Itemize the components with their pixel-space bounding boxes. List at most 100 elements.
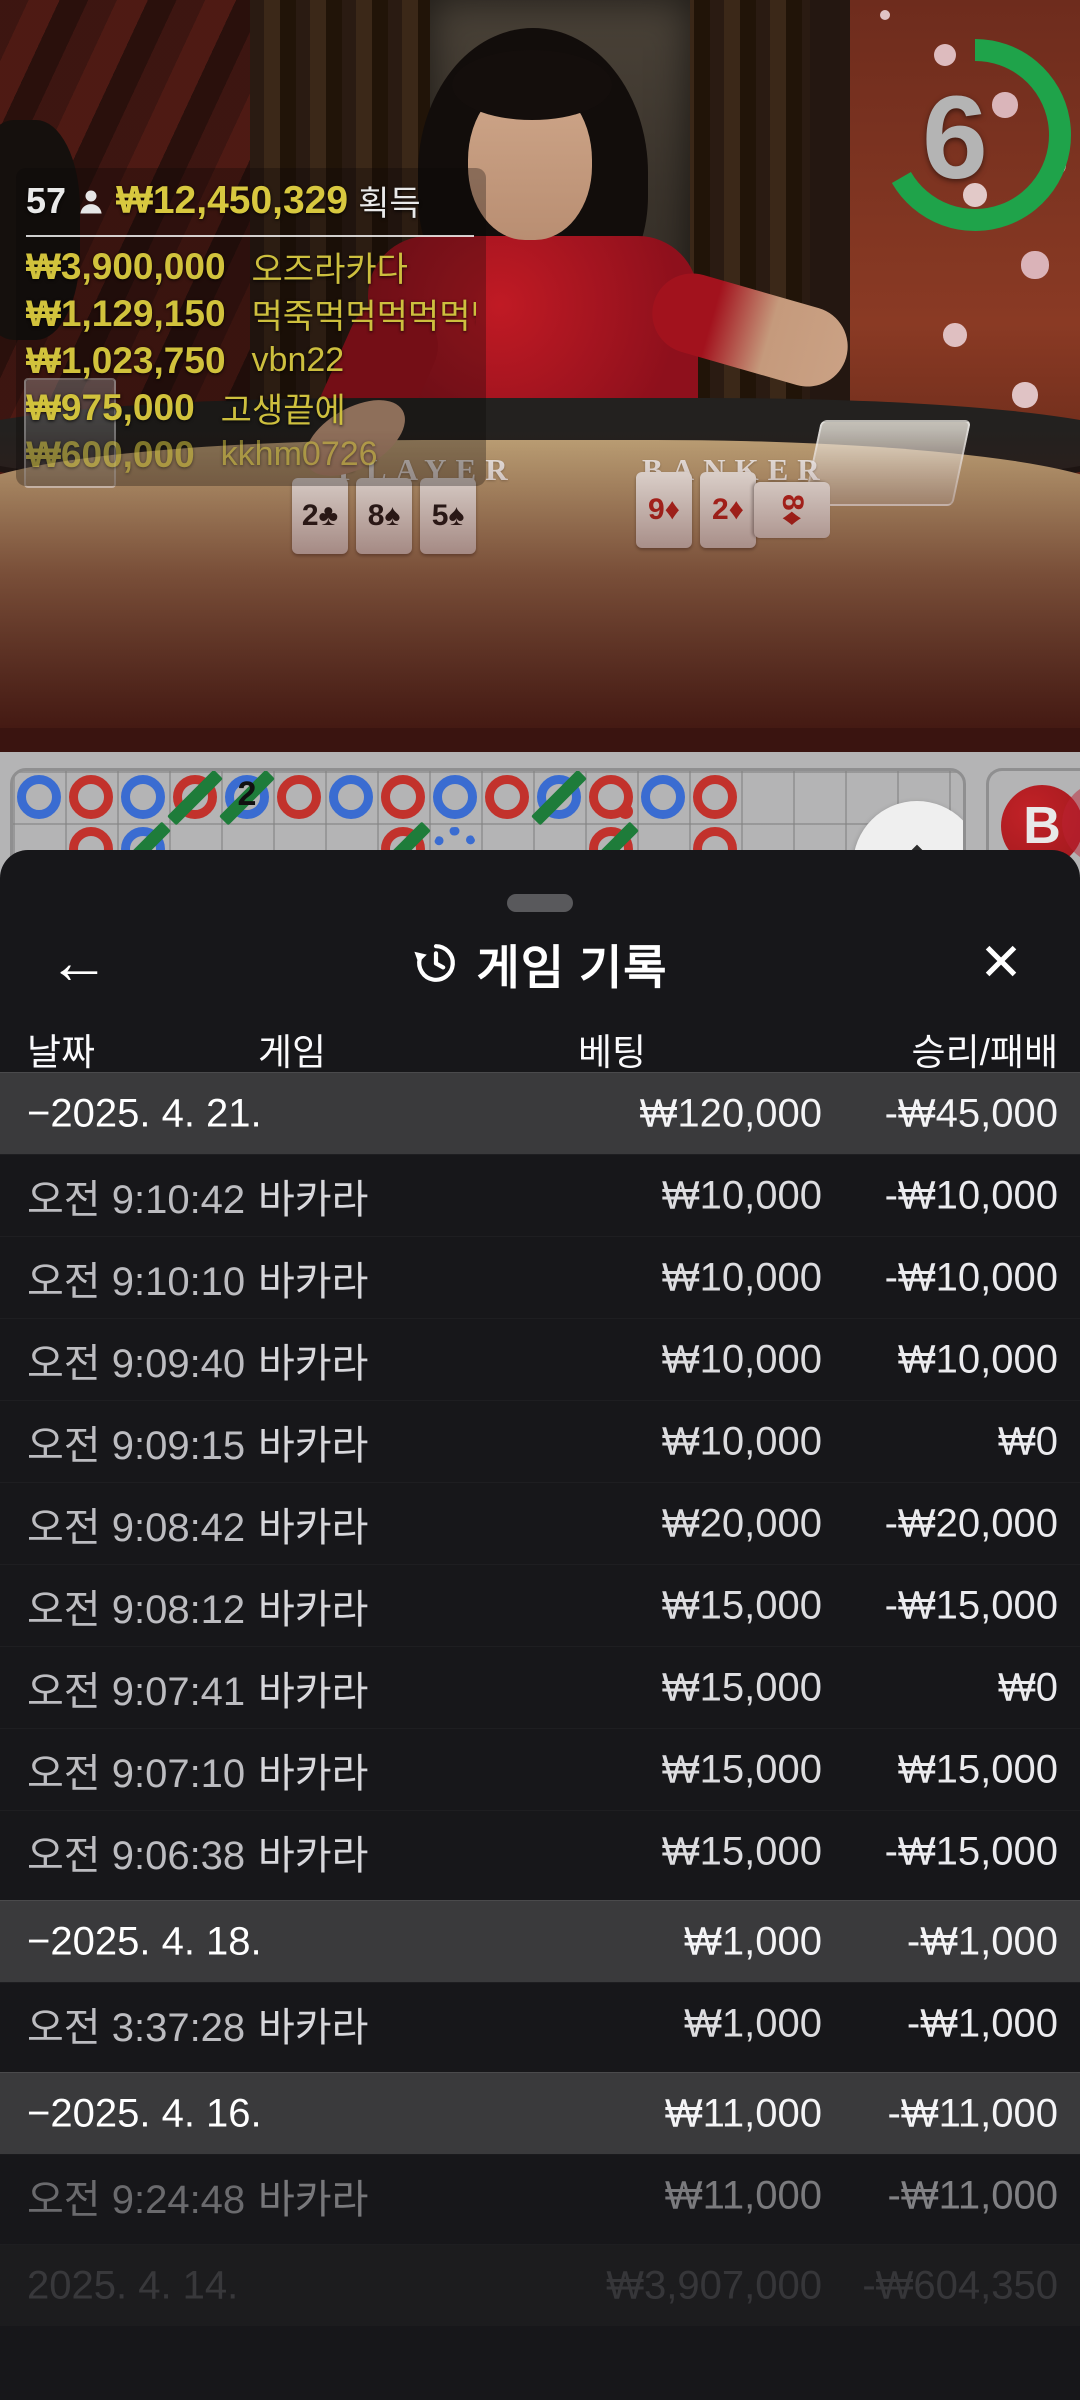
- game-history-sheet: ← 게임 기록 ✕ 날짜 게임 베팅 승리/패배 −2025. 4. 21. ₩1…: [0, 850, 1080, 2400]
- road-cell-player: [637, 771, 689, 823]
- dealer-hair-front: [452, 50, 612, 120]
- road-cell-banker: [65, 771, 117, 823]
- column-header-bet: 베팅: [578, 1022, 646, 1076]
- row-bet-amount: ₩15,000: [662, 1747, 822, 1792]
- row-win-loss: -₩15,000: [885, 1583, 1058, 1628]
- history-row: 오전 9:07:41바카라₩15,000₩0: [0, 1646, 1080, 1728]
- result-ring: [433, 775, 477, 819]
- blossom-decoration: [880, 10, 890, 20]
- winners-overlay: 57 ₩12,450,329 획득 ₩3,900,000오즈라카다₩1,129,…: [16, 168, 486, 486]
- column-header-game: 게임: [258, 1022, 326, 1076]
- sheet-title: 게임 기록: [476, 929, 667, 998]
- result-ring: [17, 775, 61, 819]
- result-ring: [641, 775, 685, 819]
- row-bet-amount: ₩15,000: [662, 1583, 822, 1628]
- back-button[interactable]: ←: [44, 928, 114, 998]
- sheet-header: ← 게임 기록 ✕: [0, 918, 1080, 1008]
- row-game-name: 바카라: [258, 1249, 368, 1307]
- row-bet-amount: ₩11,000: [665, 2173, 822, 2218]
- back-arrow-icon: ←: [48, 932, 110, 994]
- group-date: 2025. 4. 14.: [27, 2263, 238, 2308]
- row-bet-amount: ₩120,000: [640, 1091, 822, 1136]
- row-bet-amount: ₩1,000: [684, 1919, 822, 1964]
- row-win-loss: ₩10,000: [898, 1337, 1058, 1382]
- road-cell-player: [533, 771, 585, 823]
- winner-name: vbn22: [252, 341, 345, 380]
- road-cell-player: [325, 771, 377, 823]
- road-cell-player: [13, 771, 65, 823]
- winner-row: ₩1,023,750 vbn22: [26, 337, 476, 384]
- group-date: −2025. 4. 21.: [27, 1091, 262, 1136]
- row-win-loss: ₩0: [998, 1665, 1058, 1710]
- road-cell-banker: [585, 771, 637, 823]
- road-cell-banker: [273, 771, 325, 823]
- row-win-loss: -₩1,000: [907, 1919, 1058, 1964]
- winner-name: kkhm0726: [221, 435, 378, 474]
- row-time: 오전 3:37:28: [27, 1995, 245, 2053]
- timer-seconds: 6: [900, 70, 1010, 206]
- road-cell-player: 2: [221, 771, 273, 823]
- row-game-name: 바카라: [258, 1167, 368, 1225]
- row-win-loss: -₩10,000: [885, 1255, 1058, 1300]
- row-time: 오전 9:07:41: [27, 1659, 245, 1717]
- history-group-row[interactable]: 2025. 4. 14. ₩3,907,000 -₩604,350: [0, 2244, 1080, 2326]
- column-header-result: 승리/패배: [912, 1022, 1058, 1076]
- row-time: 오전 9:07:10: [27, 1741, 245, 1799]
- row-time: 오전 9:06:38: [27, 1823, 245, 1881]
- row-bet-amount: ₩10,000: [662, 1337, 822, 1382]
- row-win-loss: -₩20,000: [885, 1501, 1058, 1546]
- history-row: 오전 3:37:28바카라₩1,000-₩1,000: [0, 1982, 1080, 2064]
- winner-row: ₩1,129,150 먹죽먹먹먹먹먹먹먹...: [26, 290, 476, 337]
- row-game-name: 바카라: [258, 1741, 368, 1799]
- row-win-loss: ₩15,000: [898, 1747, 1058, 1792]
- row-game-name: 바카라: [258, 1577, 368, 1635]
- row-time: 오전 9:08:42: [27, 1495, 245, 1553]
- column-header-date: 날짜: [27, 1022, 95, 1076]
- winner-name: 오즈라카다: [252, 243, 408, 290]
- row-bet-amount: ₩15,000: [662, 1829, 822, 1874]
- sheet-drag-handle[interactable]: [507, 894, 573, 912]
- row-time: 오전 9:10:42: [27, 1167, 245, 1225]
- winner-row: ₩975,000고생끝에: [26, 384, 476, 431]
- road-cell-player: [117, 771, 169, 823]
- result-ring: [381, 775, 425, 819]
- row-bet-amount: ₩3,907,000: [606, 2263, 822, 2308]
- sheet-title-wrap: 게임 기록: [412, 929, 667, 998]
- history-row: 오전 9:24:48바카라₩11,000-₩11,000: [0, 2154, 1080, 2236]
- row-bet-amount: ₩15,000: [662, 1665, 822, 1710]
- close-icon: ✕: [979, 937, 1023, 989]
- history-row: 오전 9:09:15바카라₩10,000₩0: [0, 1400, 1080, 1482]
- row-time: 오전 9:10:10: [27, 1249, 245, 1307]
- history-row: 오전 9:08:12바카라 ₩15,000 -₩15,000: [0, 1564, 1080, 1646]
- row-game-name: 바카라: [258, 1413, 368, 1471]
- winner-name: 고생끝에: [221, 384, 346, 431]
- result-ring: [485, 775, 529, 819]
- row-game-name: 바카라: [258, 1995, 368, 2053]
- history-group-row[interactable]: −2025. 4. 16.₩11,000-₩11,000: [0, 2072, 1080, 2154]
- winners-total-suffix: 획득: [358, 176, 421, 225]
- history-table: −2025. 4. 21.₩120,000-₩45,000오전 9:10:42바…: [0, 1072, 1080, 2326]
- row-bet-amount: ₩11,000: [665, 2091, 822, 2136]
- history-clock-icon: [412, 939, 460, 987]
- winner-amount: ₩1,023,750: [26, 340, 226, 382]
- road-cell-banker: [169, 771, 221, 823]
- row-game-name: 바카라: [258, 1823, 368, 1881]
- row-bet-amount: ₩10,000: [662, 1173, 822, 1218]
- row-win-loss: ₩0: [998, 1419, 1058, 1464]
- result-ring: [693, 775, 737, 819]
- row-time: 오전 9:09:40: [27, 1331, 245, 1389]
- history-group-row[interactable]: −2025. 4. 18.₩1,000-₩1,000: [0, 1900, 1080, 1982]
- winner-amount: ₩1,129,150: [26, 293, 226, 335]
- result-ring: [69, 775, 113, 819]
- row-time: 오전 9:08:12: [27, 1577, 245, 1635]
- close-button[interactable]: ✕: [966, 928, 1036, 998]
- history-group-row[interactable]: −2025. 4. 21.₩120,000-₩45,000: [0, 1072, 1080, 1154]
- winners-divider: [26, 235, 474, 237]
- row-game-name: 바카라: [258, 1495, 368, 1553]
- history-row: 오전 9:07:10바카라 ₩15,000 ₩15,000: [0, 1728, 1080, 1810]
- pair-dot-icon: [618, 804, 633, 819]
- row-game-name: 바카라: [258, 1331, 368, 1389]
- row-win-loss: -₩604,350: [862, 2263, 1058, 2308]
- row-win-loss: -₩15,000: [885, 1829, 1058, 1874]
- winner-name: 먹죽먹먹먹먹먹먹먹...: [252, 290, 476, 337]
